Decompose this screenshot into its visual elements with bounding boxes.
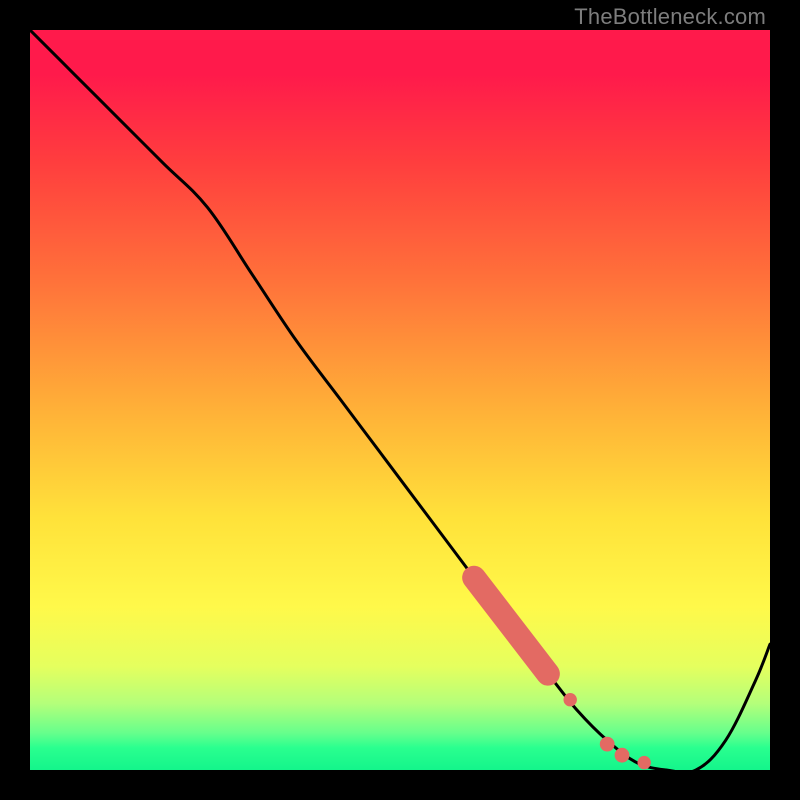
dot-1 — [564, 693, 577, 706]
plot-area — [30, 30, 770, 770]
watermark-text: TheBottleneck.com — [574, 4, 766, 30]
curve-svg — [30, 30, 770, 770]
dot-3 — [615, 748, 630, 763]
chart-container: TheBottleneck.com — [0, 0, 800, 800]
markers-group — [474, 578, 651, 770]
dot-2 — [600, 737, 615, 752]
dot-4 — [638, 756, 651, 769]
highlight-segment — [474, 578, 548, 674]
bottleneck-curve-path — [30, 30, 770, 770]
